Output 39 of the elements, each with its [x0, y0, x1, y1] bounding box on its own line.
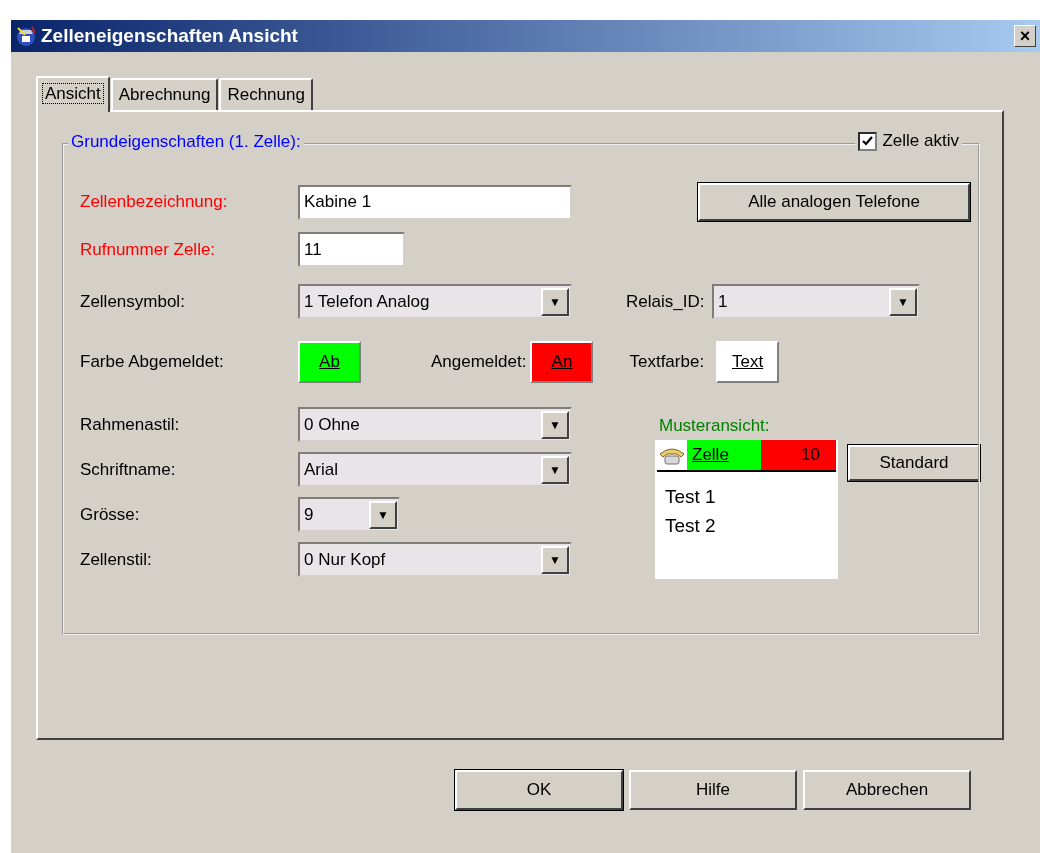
color-button[interactable]: An: [530, 341, 594, 383]
preview-cell-number: 10: [761, 440, 836, 470]
field-label: Farbe Abgemeldet:: [80, 352, 225, 372]
preview-label: Musteransicht:: [659, 416, 771, 436]
standard-button[interactable]: Standard: [848, 445, 980, 481]
preview-line: Test 1: [665, 485, 717, 509]
field-label: Textfarbe:: [629, 352, 705, 372]
dropdown[interactable]: 0 Nur Kopf ▼: [298, 542, 572, 577]
group-legend: Grundeigenschaften (1. Zelle):: [68, 132, 304, 152]
dropdown[interactable]: 9 ▼: [298, 497, 400, 532]
symbol-dropdown[interactable]: 1 Telefon Analog ▼: [298, 284, 572, 319]
close-button[interactable]: ×: [1014, 25, 1036, 47]
dialog-button[interactable]: Hilfe: [629, 770, 797, 810]
dropdown[interactable]: Arial ▼: [298, 452, 572, 487]
field-label: Schriftname:: [80, 459, 177, 480]
phone-app-icon: [15, 25, 37, 47]
field-label: Rahmenastil:: [80, 414, 181, 435]
dialog-button[interactable]: Abbrechen: [803, 770, 971, 810]
field-label: Rufnummer Zelle:: [80, 239, 217, 260]
preview-line: Test 2: [665, 514, 717, 538]
preview-cell-name: Zelle: [687, 440, 761, 470]
field-label: Zellenbezeichnung:: [80, 192, 229, 212]
color-button[interactable]: Ab: [298, 341, 361, 383]
dialog-button[interactable]: OK: [455, 770, 623, 810]
relay-dropdown[interactable]: 1 ▼: [712, 284, 920, 319]
color-button[interactable]: Text: [716, 341, 780, 383]
number-field[interactable]: 11: [298, 232, 405, 267]
cell-name-field[interactable]: Kabine 1: [298, 184, 572, 220]
field-label: Angemeldet:: [431, 352, 527, 372]
field-label: Zellenstil:: [80, 549, 153, 570]
field-label: Relais_ID:: [626, 291, 706, 312]
all-analog-phones-button[interactable]: Alle analogen Telefone: [698, 183, 970, 221]
tab[interactable]: Ansicht: [36, 76, 110, 112]
tab[interactable]: Abrechnung: [110, 78, 219, 110]
field-label: Grösse:: [80, 504, 141, 525]
field-label: Zellensymbol:: [80, 291, 186, 312]
tab[interactable]: Rechnung: [219, 78, 313, 110]
dropdown[interactable]: 0 Ohne ▼: [298, 407, 572, 442]
window-title: Zelleneigenschaften Ansicht: [41, 25, 299, 47]
